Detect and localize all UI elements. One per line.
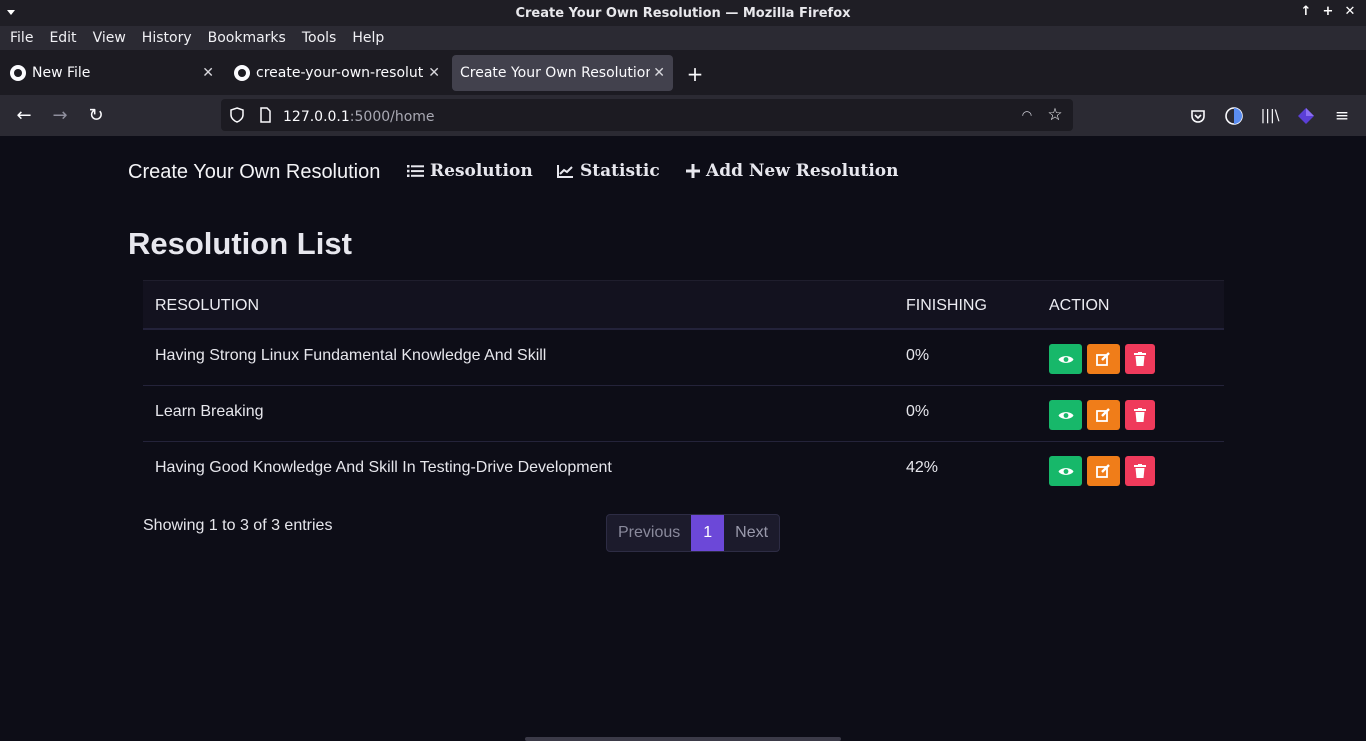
nav-add-label: Add New Resolution [706,161,899,181]
resolution-cell: Having Strong Linux Fundamental Knowledg… [155,347,547,364]
menu-history[interactable]: History [136,30,198,46]
url-bar[interactable]: 127.0.0.1:5000/home ◠ ☆ [221,99,1073,131]
trash-icon [1134,352,1146,366]
github-icon [10,65,26,81]
tab-new-file[interactable]: New File ✕ [2,55,222,91]
window-title: Create Your Own Resolution — Mozilla Fir… [515,5,851,21]
nav-resolution[interactable]: Resolution [407,161,533,181]
menu-file[interactable]: File [4,30,39,46]
edit-button[interactable] [1087,456,1120,486]
bookmark-star-icon[interactable]: ☆ [1047,107,1063,124]
page-title: Resolution List [128,226,352,261]
finishing-cell: 42% [906,459,939,476]
window-menu-icon[interactable] [6,7,16,17]
site-brand[interactable]: Create Your Own Resolution [128,161,380,184]
page-icon[interactable] [257,107,273,123]
reload-button[interactable]: ↻ [85,105,107,127]
plus-icon [686,164,700,178]
horizontal-scrollbar[interactable] [525,737,841,741]
column-action: ACTION [1049,297,1110,314]
view-button[interactable] [1049,400,1082,430]
menu-view[interactable]: View [87,30,132,46]
page-1-button[interactable]: 1 [691,515,725,551]
resolution-cell: Having Good Knowledge And Skill In Testi… [155,459,612,476]
nav-resolution-label: Resolution [430,161,533,181]
trash-icon [1134,464,1146,478]
extension-icon[interactable] [1296,106,1316,126]
finishing-cell: 0% [906,347,930,364]
github-icon [234,65,250,81]
menu-edit[interactable]: Edit [43,30,82,46]
library-icon[interactable]: |||\ [1260,106,1280,126]
delete-button[interactable] [1125,344,1155,374]
next-page-button[interactable]: Next [724,515,779,551]
forward-button[interactable]: → [49,105,71,127]
back-button[interactable]: ← [13,105,35,127]
table-row: Having Good Knowledge And Skill In Testi… [143,442,1224,498]
window-titlebar: Create Your Own Resolution — Mozilla Fir… [0,0,1366,26]
menu-bookmarks[interactable]: Bookmarks [202,30,292,46]
resolution-cell: Learn Breaking [155,403,264,420]
edit-icon [1096,352,1110,366]
shield-icon[interactable] [229,107,245,123]
eye-icon [1058,411,1073,419]
resolution-table: RESOLUTION FINISHING ACTION Having Stron… [143,280,1224,498]
delete-button[interactable] [1125,456,1155,486]
window-close-icon[interactable]: ✕ [1342,4,1358,20]
tab-label: Create Your Own Resolution [460,65,650,81]
column-finishing[interactable]: FINISHING [906,297,987,315]
eye-icon [1058,467,1073,475]
menu-bar: File Edit View History Bookmarks Tools H… [0,26,1366,50]
pagination: Previous 1 Next [606,514,781,552]
url-path: :5000/home [349,109,435,125]
url-host: 127.0.0.1 [283,109,350,125]
nav-add-new-resolution[interactable]: Add New Resolution [686,161,898,181]
menu-help[interactable]: Help [346,30,390,46]
nav-statistic-label: Statistic [580,161,660,181]
reader-mode-icon[interactable]: ◠ [1019,107,1035,123]
close-icon[interactable]: ✕ [428,65,440,81]
menu-tools[interactable]: Tools [296,30,343,46]
tab-create-resolution[interactable]: Create Your Own Resolution ✕ [452,55,673,91]
window-maximize-icon[interactable]: + [1320,4,1336,20]
chart-line-icon [557,165,573,178]
edit-button[interactable] [1087,400,1120,430]
trash-icon [1134,408,1146,422]
close-icon[interactable]: ✕ [653,65,665,81]
list-icon [407,165,424,177]
edit-icon [1096,464,1110,478]
table-row: Learn Breaking 0% [143,386,1224,442]
page-content: Create Your Own Resolution Resolution St… [0,136,1366,741]
new-tab-button[interactable]: + [684,62,706,86]
view-button[interactable] [1049,456,1082,486]
table-header: RESOLUTION FINISHING ACTION [143,280,1224,330]
edit-button[interactable] [1087,344,1120,374]
tab-github-repo[interactable]: create-your-own-resolutio ✕ [226,55,448,91]
account-icon[interactable] [1224,106,1244,126]
close-icon[interactable]: ✕ [202,65,214,81]
edit-icon [1096,408,1110,422]
navigation-toolbar: ← → ↻ 127.0.0.1:5000/home ◠ ☆ |||\ ≡ [0,95,1366,136]
tab-strip: New File ✕ create-your-own-resolutio ✕ C… [0,50,1366,95]
finishing-cell: 0% [906,403,930,420]
hamburger-menu-icon[interactable]: ≡ [1332,106,1352,126]
window-up-icon[interactable]: ↑ [1298,4,1314,20]
tab-label: create-your-own-resolutio [256,65,424,81]
delete-button[interactable] [1125,400,1155,430]
eye-icon [1058,355,1073,363]
nav-statistic[interactable]: Statistic [557,161,660,181]
entries-info: Showing 1 to 3 of 3 entries [143,517,333,534]
view-button[interactable] [1049,344,1082,374]
column-resolution[interactable]: RESOLUTION [155,297,259,315]
pocket-icon[interactable] [1188,106,1208,126]
tab-label: New File [32,65,91,81]
previous-page-button[interactable]: Previous [607,515,691,551]
table-row: Having Strong Linux Fundamental Knowledg… [143,330,1224,386]
